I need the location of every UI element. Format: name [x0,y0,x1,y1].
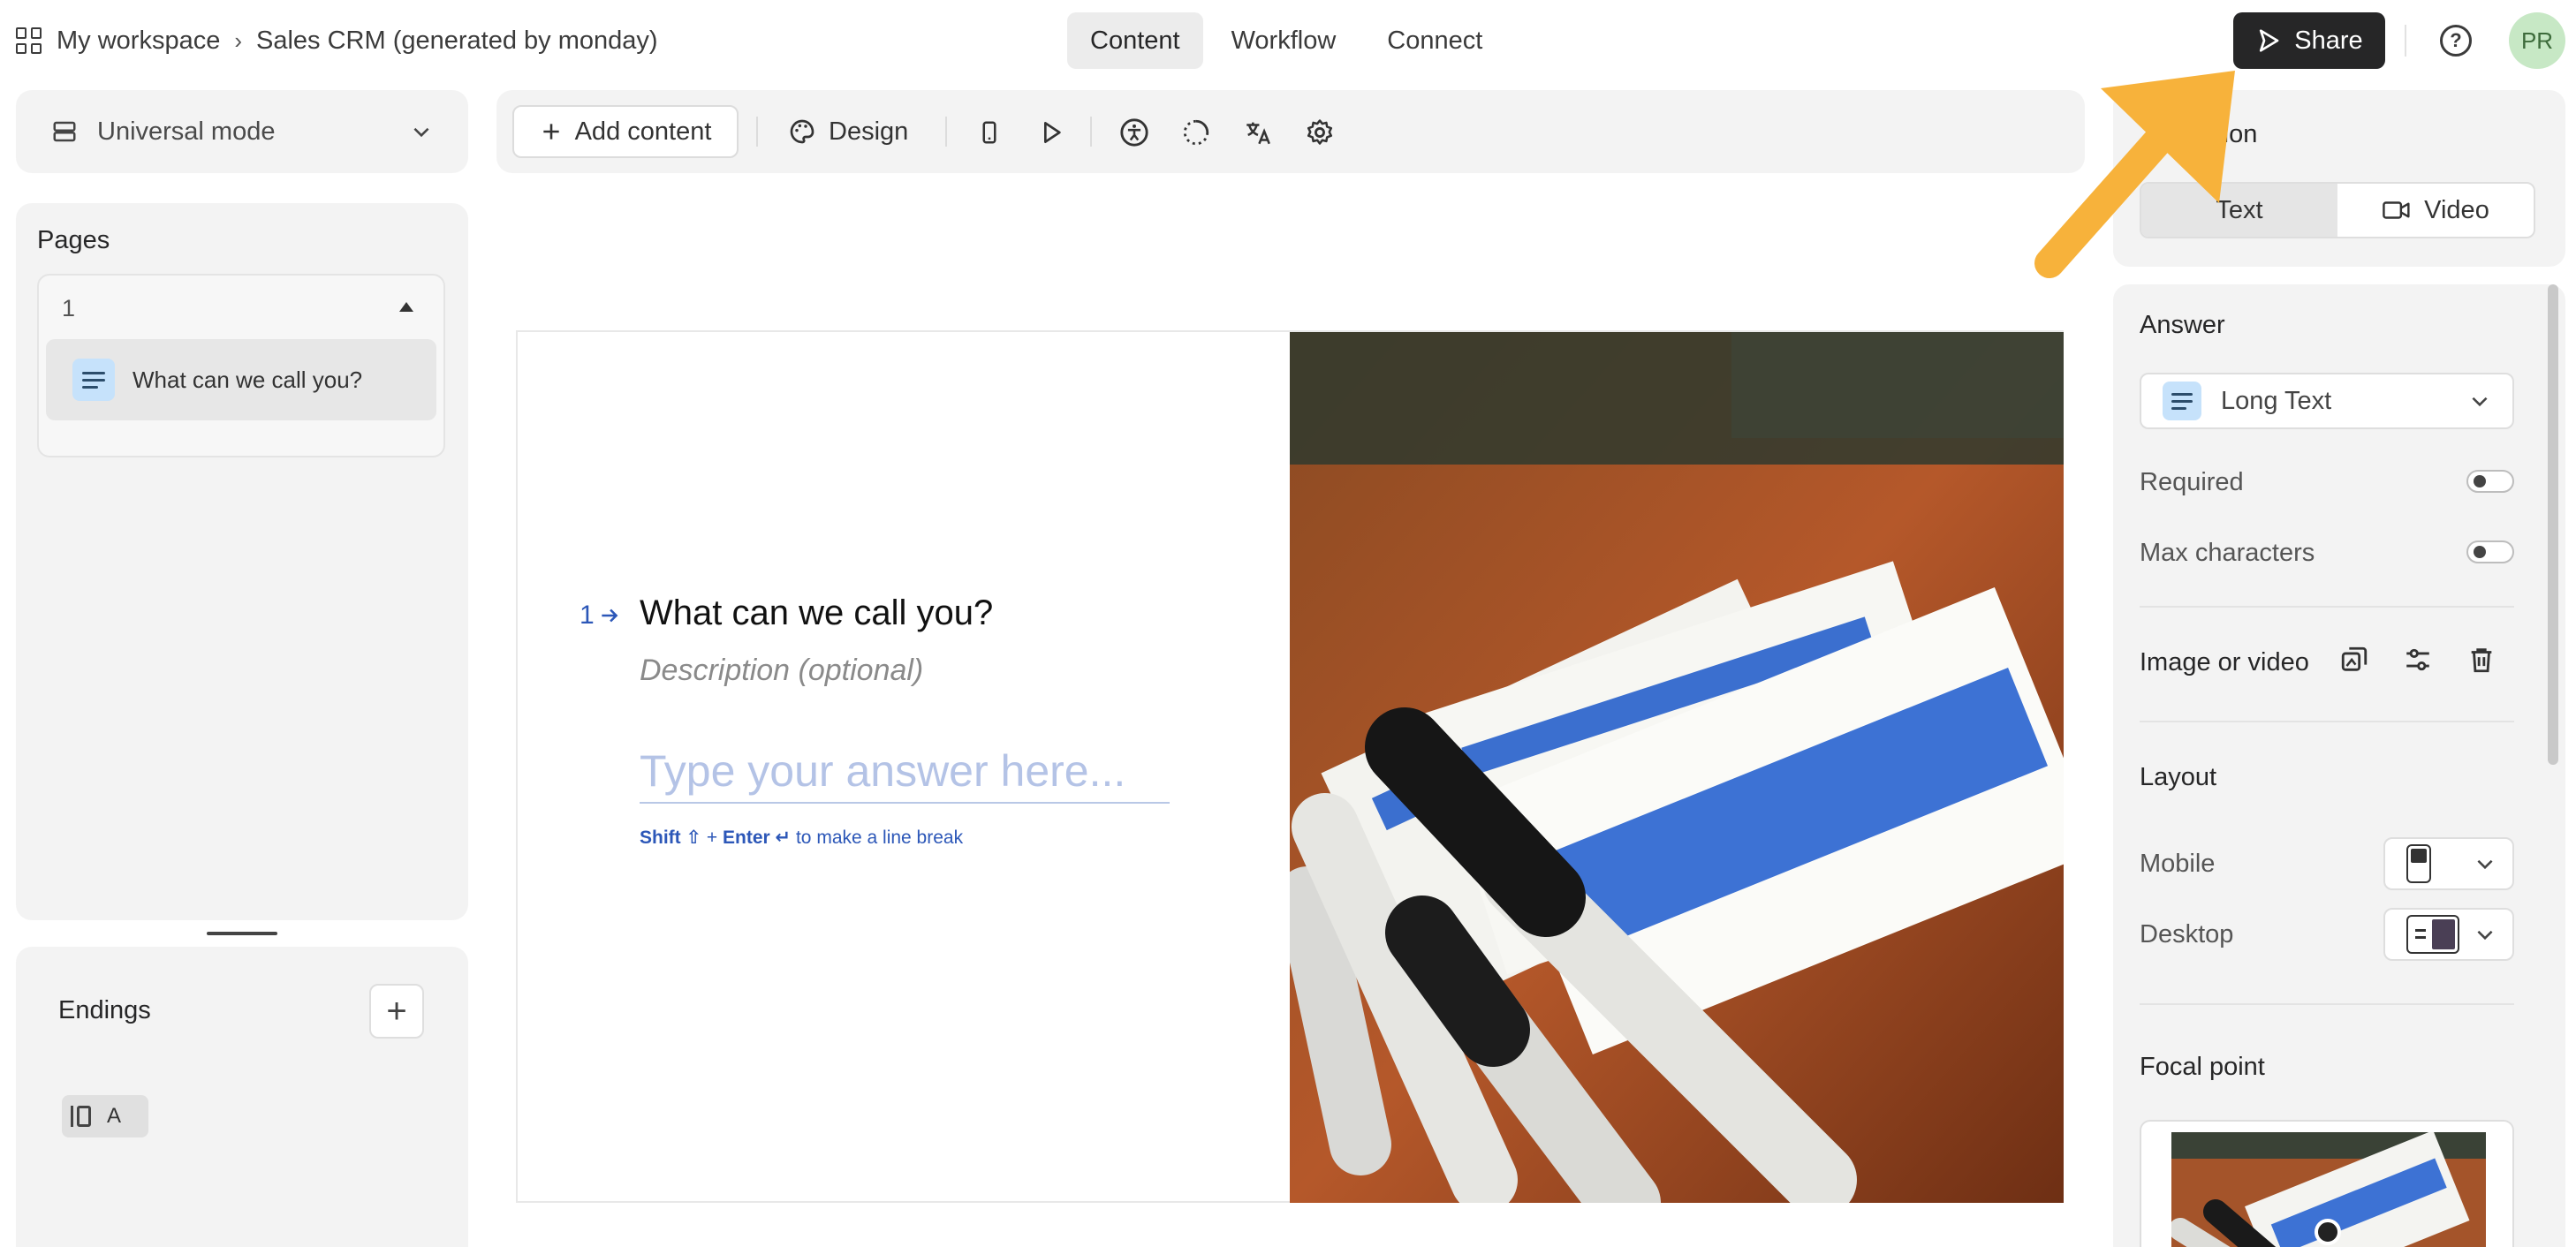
avatar[interactable]: PR [2509,12,2565,69]
answer-title: Answer [2140,311,2225,339]
chevron-down-icon [2472,397,2488,407]
settings-icon[interactable] [1304,117,1336,148]
max-characters-label: Max characters [2140,539,2315,567]
desktop-label: Desktop [2140,920,2234,948]
collapse-caret-icon[interactable] [399,302,413,312]
palette-icon [790,119,814,144]
settings-scrollbar[interactable] [2548,284,2558,765]
answer-input[interactable]: Type your answer here... [640,740,1170,804]
hint-shift: Shift ⇧ [640,828,702,848]
hint-enter: Enter ↵ [723,828,792,848]
question-number-value: 1 [580,601,595,630]
header-divider [2405,25,2406,57]
add-content-button[interactable]: Add content [512,105,739,158]
endings-panel: Endings + A [16,947,468,1247]
send-icon [2260,29,2279,52]
arrow-right-icon [602,608,618,623]
hint-plus: + [701,828,724,848]
chevron-right-icon: › [234,26,242,54]
desktop-layout-select[interactable] [2383,908,2514,961]
section-divider [2140,606,2514,608]
mobile-layout-select[interactable] [2383,837,2514,890]
answer-type-value: Long Text [2221,386,2332,415]
breadcrumb: My workspace › Sales CRM (generated by m… [16,21,658,60]
pages-panel: Pages 1 What can we call you? [16,203,468,920]
required-label: Required [2140,468,2244,496]
trash-icon[interactable] [2466,645,2496,675]
main-tabs: Content Workflow Connect [1067,12,1505,69]
chevron-down-icon [413,127,429,138]
chevron-down-icon [2477,859,2493,870]
line-break-hint: Shift ⇧ + Enter ↵ to make a line break [640,827,963,849]
form-preview-canvas: 1 What can we call you? Description (opt… [516,330,2064,1203]
ending-item-label: A [107,1104,122,1128]
translate-icon[interactable] [1242,117,1274,148]
endings-title: Endings [58,996,151,1024]
image-video-actions [2339,645,2496,675]
name-tags-photo[interactable] [1290,332,2064,1203]
section-divider [2140,721,2514,722]
image-or-video-label: Image or video [2140,648,2309,676]
toolbar-divider [1090,117,1092,147]
focal-point-picker[interactable] [2140,1120,2514,1247]
question-number: 1 [580,601,621,631]
share-button[interactable]: Share [2233,12,2385,69]
focal-point-title: Focal point [2140,1053,2265,1081]
replace-media-icon[interactable] [2339,645,2369,675]
design-label: Design [829,117,909,146]
ending-item[interactable]: A [62,1095,148,1137]
page-group: 1 What can we call you? [37,274,445,457]
question-title[interactable]: What can we call you? [640,593,993,633]
long-text-icon [72,359,115,401]
section-divider [2140,1003,2514,1005]
mobile-label: Mobile [2140,850,2216,878]
max-characters-toggle[interactable] [2466,540,2514,563]
pages-title: Pages [37,226,110,254]
accessibility-icon[interactable] [1118,117,1150,148]
panel-resize-handle[interactable] [207,932,277,935]
page-item[interactable]: What can we call you? [46,339,436,420]
hint-rest: to make a line break [791,828,964,848]
design-button[interactable]: Design [788,105,908,158]
mobile-preview-icon[interactable] [974,117,1005,148]
video-option-label: Video [2424,195,2489,224]
question-description[interactable]: Description (optional) [640,654,923,688]
plus-icon [542,124,559,140]
add-ending-button[interactable]: + [369,984,424,1039]
play-icon[interactable] [1035,117,1067,148]
question-settings-panel: Answer Long Text Required Max characters… [2113,284,2565,1247]
required-toggle[interactable] [2466,470,2514,493]
video-option[interactable]: Video [2337,184,2534,237]
video-camera-icon [2383,201,2410,219]
layout-title: Layout [2140,763,2217,791]
breadcrumb-workspace[interactable]: My workspace [57,26,220,56]
breadcrumb-form-title[interactable]: Sales CRM (generated by monday) [256,26,658,56]
adjust-sliders-icon[interactable] [2403,645,2433,675]
toolbar-divider [756,117,758,147]
loading-icon[interactable] [1180,117,1212,148]
chevron-down-icon [2477,930,2493,941]
add-content-label: Add content [574,117,712,146]
focal-point-handle[interactable] [2315,1219,2341,1245]
mode-label: Universal mode [97,117,276,146]
layers-icon [53,121,76,142]
tab-content[interactable]: Content [1067,12,1203,69]
ending-screen-icon [71,1106,91,1127]
help-icon[interactable]: ? [2440,25,2472,57]
page-group-number[interactable]: 1 [62,295,75,322]
page-item-label: What can we call you? [133,366,363,393]
desktop-layout-icon [2406,915,2459,954]
long-text-icon [2163,382,2201,420]
apps-grid-icon[interactable] [16,27,42,54]
tab-workflow[interactable]: Workflow [1208,12,1360,69]
answer-type-select[interactable]: Long Text [2140,373,2514,429]
annotation-arrow [2034,71,2235,278]
editor-toolbar: Add content Design [496,90,2085,173]
tab-connect[interactable]: Connect [1364,12,1505,69]
universal-mode-selector[interactable]: Universal mode [16,90,468,173]
mobile-layout-icon [2406,844,2431,883]
share-button-label: Share [2294,26,2363,55]
toolbar-divider [945,117,947,147]
